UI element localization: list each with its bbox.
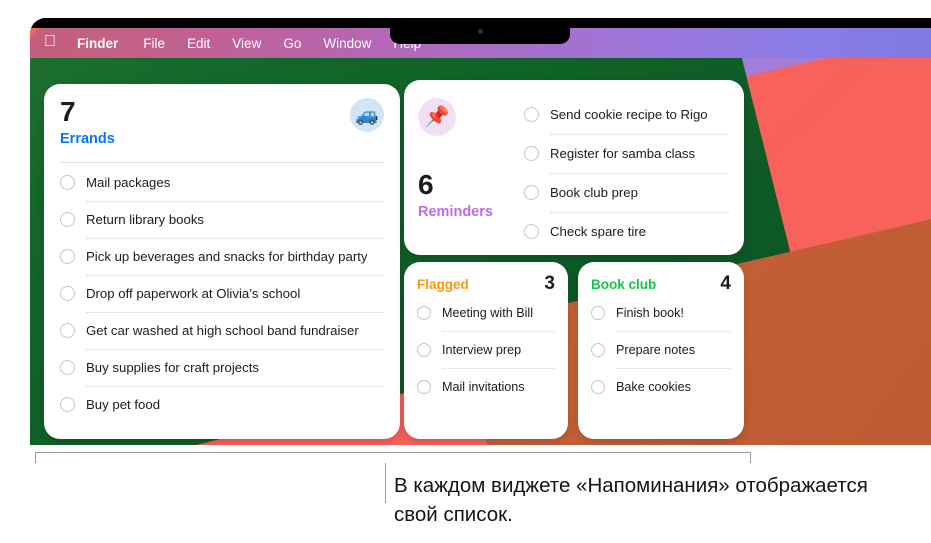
task-label: Mail packages — [86, 174, 171, 190]
task-label: Get car washed at high school band fundr… — [86, 322, 359, 338]
callout-bracket-stem — [385, 463, 386, 503]
checkbox-circle-icon[interactable] — [60, 396, 75, 412]
menu-item-go[interactable]: Go — [272, 36, 312, 51]
reminders-title: Reminders — [418, 204, 493, 221]
checkbox-circle-icon[interactable] — [60, 285, 75, 301]
checkbox-circle-icon[interactable] — [591, 305, 605, 320]
menu-item-edit[interactable]: Edit — [176, 36, 221, 51]
list-item[interactable]: Check spare tire — [524, 213, 730, 250]
list-item[interactable]: Meeting with Bill — [417, 295, 555, 330]
menu-item-view[interactable]: View — [221, 36, 272, 51]
task-label: Book club prep — [550, 185, 638, 200]
task-label: Return library books — [86, 211, 205, 227]
errands-title: Errands — [60, 131, 115, 147]
list-item[interactable]: Register for samba class — [524, 135, 730, 172]
callout-bracket — [35, 452, 751, 463]
checkbox-circle-icon[interactable] — [60, 248, 75, 264]
list-item[interactable]: Mail invitations — [417, 369, 555, 404]
list-item[interactable]: Return library books — [60, 202, 384, 237]
list-item[interactable]: Drop off paperwork at Olivia’s school — [60, 276, 384, 311]
task-label: Bake cookies — [616, 379, 691, 394]
checkbox-circle-icon[interactable] — [417, 305, 431, 320]
task-label: Prepare notes — [616, 342, 696, 357]
menu-item-finder[interactable]: Finder — [77, 36, 132, 51]
flagged-count: 3 — [544, 273, 555, 294]
widget-reminders[interactable]: 📌 6 Reminders Send cookie recipe to Rigo — [404, 80, 744, 255]
car-emoji: 🚙 — [350, 98, 384, 132]
errands-count: 7 — [60, 96, 76, 127]
list-item[interactable]: Buy pet food — [60, 387, 384, 422]
camera-icon — [477, 29, 483, 34]
menu-item-file[interactable]: File — [132, 36, 176, 51]
checkbox-circle-icon[interactable] — [417, 342, 431, 357]
list-item[interactable]: Send cookie recipe to Rigo — [524, 96, 730, 133]
flagged-title: Flagged — [417, 277, 469, 292]
errands-divider-rule — [60, 161, 384, 163]
list-item[interactable]: Prepare notes — [591, 332, 731, 367]
list-item[interactable]: Mail packages — [60, 165, 384, 200]
checkbox-circle-icon[interactable] — [60, 322, 75, 338]
widget-flagged[interactable]: Flagged 3 Meeting with Bill Interview pr… — [404, 262, 568, 439]
checkbox-circle-icon[interactable] — [60, 174, 75, 190]
list-item[interactable]: Pick up beverages and snacks for birthda… — [60, 239, 384, 274]
list-item[interactable]: Finish book! — [591, 295, 731, 330]
task-label: Check spare tire — [550, 224, 647, 239]
task-label: Interview prep — [442, 342, 522, 357]
task-label: Drop off paperwork at Olivia’s school — [86, 285, 301, 301]
checkbox-circle-icon[interactable] — [524, 224, 539, 239]
book-club-count: 4 — [720, 273, 731, 294]
checkbox-circle-icon[interactable] — [591, 342, 605, 357]
caption-text: В каждом виджете «Напоминания» отображае… — [394, 474, 868, 527]
checkbox-circle-icon[interactable] — [524, 185, 539, 200]
display-notch — [390, 18, 570, 44]
reminders-meta-column: 6 Reminders — [418, 92, 524, 255]
list-item[interactable]: Buy supplies for craft projects — [60, 350, 384, 385]
checkbox-circle-icon[interactable] — [60, 359, 75, 375]
checkbox-circle-icon[interactable] — [524, 146, 539, 161]
task-label: Send cookie recipe to Rigo — [550, 107, 708, 122]
task-label: Finish book! — [616, 305, 684, 320]
list-item[interactable]: Interview prep — [417, 332, 555, 367]
checkbox-circle-icon[interactable] — [60, 211, 75, 227]
menu-item-window[interactable]: Window — [312, 36, 382, 51]
book-club-task-list: Finish book! Prepare notes Bake cookies — [591, 295, 731, 404]
book-club-title: Book club — [591, 277, 657, 292]
task-label: Buy supplies for craft projects — [86, 359, 259, 375]
checkbox-circle-icon[interactable] — [417, 379, 431, 394]
list-item[interactable]: Get car washed at high school band fundr… — [60, 313, 384, 348]
task-label: Meeting with Bill — [442, 305, 533, 320]
list-item[interactable]: Bake cookies — [591, 369, 731, 404]
reminders-task-list: Send cookie recipe to Rigo Register for … — [524, 96, 730, 250]
task-label: Buy pet food — [86, 396, 161, 412]
reminders-count: 6 — [418, 169, 434, 201]
checkbox-circle-icon[interactable] — [524, 107, 539, 122]
checkbox-circle-icon[interactable] — [591, 379, 605, 394]
errands-task-list: Mail packages Return library books Pick … — [60, 165, 384, 422]
list-item[interactable]: Book club prep — [524, 174, 730, 211]
apple-logo-icon[interactable]:  — [44, 34, 56, 50]
task-label: Register for samba class — [550, 146, 696, 161]
widget-errands[interactable]: 7 Errands 🚙 Mail packages Return library… — [44, 84, 400, 439]
task-label: Mail invitations — [442, 379, 525, 394]
mac-screen:  Finder File Edit View Go Window Help 7… — [30, 18, 931, 445]
flagged-task-list: Meeting with Bill Interview prep Mail in… — [417, 295, 555, 404]
task-label: Pick up beverages and snacks for birthda… — [86, 248, 368, 264]
widget-book-club[interactable]: Book club 4 Finish book! Prepare notes B… — [578, 262, 744, 439]
